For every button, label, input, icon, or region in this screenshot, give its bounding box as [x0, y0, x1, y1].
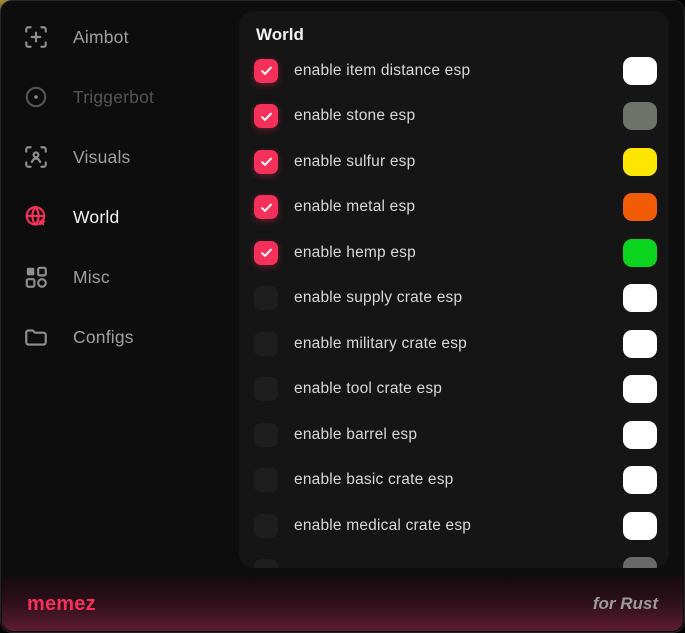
esp-checkbox[interactable]: [254, 559, 278, 568]
sidebar-item-aimbot[interactable]: Aimbot: [1, 7, 239, 67]
color-swatch[interactable]: [623, 57, 657, 85]
cheat-menu-window: Aimbot Triggerbot Visuals World: [0, 0, 685, 633]
esp-row: enable supply crate esp: [254, 276, 663, 322]
sidebar-item-label: Triggerbot: [73, 87, 154, 108]
world-globe-icon: [23, 204, 49, 230]
color-swatch[interactable]: [623, 421, 657, 449]
color-swatch[interactable]: [623, 284, 657, 312]
esp-row: enable item distance esp: [254, 48, 663, 94]
sidebar-item-label: Misc: [73, 267, 110, 288]
esp-row: enable military crate esp: [254, 321, 663, 367]
esp-checkbox[interactable]: [254, 286, 278, 310]
configs-folder-icon: [23, 324, 49, 350]
color-swatch[interactable]: [623, 557, 657, 568]
check-icon: [259, 154, 274, 169]
brand-tagline: for Rust: [593, 594, 658, 614]
esp-row: enable medical crate esp: [254, 503, 663, 549]
check-icon: [259, 63, 274, 78]
esp-label: enable military crate esp: [294, 335, 467, 353]
sidebar-item-label: Aimbot: [73, 27, 129, 48]
esp-label: enable stone esp: [294, 107, 415, 125]
panel-title: World: [256, 24, 663, 46]
sidebar-item-triggerbot[interactable]: Triggerbot: [1, 67, 239, 127]
esp-checkbox[interactable]: [254, 241, 278, 265]
footer-bar: memez for Rust: [2, 577, 683, 631]
brand-name: memez: [27, 593, 96, 616]
screen: Aimbot Triggerbot Visuals World: [0, 0, 685, 633]
esp-row: enable barrel esp: [254, 412, 663, 458]
sidebar-item-visuals[interactable]: Visuals: [1, 127, 239, 187]
esp-label: enable supply crate esp: [294, 289, 462, 307]
esp-checkbox[interactable]: [254, 332, 278, 356]
esp-checkbox[interactable]: [254, 195, 278, 219]
esp-row-partial: [254, 549, 663, 569]
esp-label: enable metal esp: [294, 198, 415, 216]
sidebar-item-misc[interactable]: Misc: [1, 247, 239, 307]
esp-label: enable hemp esp: [294, 244, 416, 262]
sidebar-item-label: World: [73, 207, 119, 228]
color-swatch[interactable]: [623, 375, 657, 403]
check-icon: [259, 200, 274, 215]
sidebar: Aimbot Triggerbot Visuals World: [1, 7, 239, 367]
esp-label: enable tool crate esp: [294, 380, 442, 398]
esp-row: enable metal esp: [254, 185, 663, 231]
world-settings-panel: World enable item distance esp enable st…: [239, 11, 669, 568]
esp-label: enable sulfur esp: [294, 153, 415, 171]
esp-label: enable basic crate esp: [294, 471, 454, 489]
esp-row: enable hemp esp: [254, 230, 663, 276]
esp-row: enable tool crate esp: [254, 367, 663, 413]
esp-checkbox[interactable]: [254, 514, 278, 538]
check-icon: [259, 109, 274, 124]
color-swatch[interactable]: [623, 148, 657, 176]
esp-checkbox[interactable]: [254, 423, 278, 447]
esp-label: enable item distance esp: [294, 62, 470, 80]
color-swatch[interactable]: [623, 512, 657, 540]
color-swatch[interactable]: [623, 466, 657, 494]
misc-grid-icon: [23, 264, 49, 290]
aimbot-scan-icon: [23, 24, 49, 50]
color-swatch[interactable]: [623, 193, 657, 221]
check-icon: [259, 245, 274, 260]
esp-label: enable barrel esp: [294, 426, 417, 444]
color-swatch[interactable]: [623, 239, 657, 267]
esp-checkbox[interactable]: [254, 59, 278, 83]
esp-row: enable basic crate esp: [254, 458, 663, 504]
triggerbot-circle-icon: [23, 84, 49, 110]
esp-checkbox[interactable]: [254, 468, 278, 492]
sidebar-item-configs[interactable]: Configs: [1, 307, 239, 367]
color-swatch[interactable]: [623, 102, 657, 130]
esp-checkbox[interactable]: [254, 104, 278, 128]
esp-checkbox[interactable]: [254, 150, 278, 174]
sidebar-item-label: Visuals: [73, 147, 131, 168]
sidebar-item-world[interactable]: World: [1, 187, 239, 247]
esp-checkbox[interactable]: [254, 377, 278, 401]
esp-row: enable stone esp: [254, 94, 663, 140]
color-swatch[interactable]: [623, 330, 657, 358]
visuals-scan-user-icon: [23, 144, 49, 170]
sidebar-item-label: Configs: [73, 327, 134, 348]
esp-row: enable sulfur esp: [254, 139, 663, 185]
esp-label: enable medical crate esp: [294, 517, 471, 535]
